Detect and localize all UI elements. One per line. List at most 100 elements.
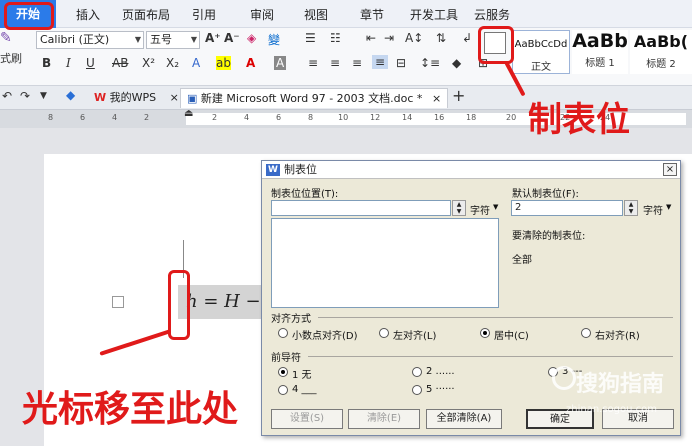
italic-icon[interactable]: I [66, 56, 71, 70]
leader-underline-label[interactable]: 4 ___ [292, 384, 317, 395]
font-name-value: Calibri (正文) [40, 33, 110, 46]
dialog-title-bar[interactable]: W 制表位 × [262, 161, 680, 179]
menu-tab-view[interactable]: 视图 [304, 6, 328, 23]
redo-icon[interactable]: ↷ [20, 89, 30, 103]
leader-dots-radio[interactable] [412, 367, 422, 377]
line-spacing-icon[interactable]: ↕≡ [420, 56, 440, 70]
default-tab-spinner[interactable]: ▲ ▼ [624, 200, 638, 216]
menu-tab-references[interactable]: 引用 [192, 6, 216, 23]
align-left-label[interactable]: 左对齐(L) [393, 327, 436, 342]
leader-separator [308, 356, 673, 357]
shrink-font-icon[interactable]: A⁻ [224, 31, 240, 45]
sogou-logo-icon [552, 366, 576, 390]
format-painter-icon[interactable]: ✎ [0, 30, 12, 46]
sort-icon[interactable]: ⇅ [436, 31, 446, 45]
phonetic-icon[interactable]: 變 [268, 31, 280, 48]
align-center-icon[interactable]: ≡ [330, 56, 340, 70]
text-direction-icon[interactable]: A↕ [405, 31, 423, 45]
default-tab-input[interactable]: 2 [511, 200, 623, 216]
clear-button[interactable]: 清除(E) [348, 409, 420, 429]
style-heading-2[interactable]: AaBb( 标题 2 [630, 30, 692, 74]
paste-options-icon[interactable] [112, 296, 124, 308]
menu-tab-review[interactable]: 审阅 [250, 6, 274, 23]
shading-icon[interactable]: ◆ [452, 56, 461, 70]
cube-icon[interactable]: ◆ [66, 88, 75, 102]
underline-icon[interactable]: U [86, 56, 95, 70]
default-tab-unit[interactable]: 字符 [643, 202, 663, 217]
indent-icon[interactable]: ⇥ [384, 31, 394, 45]
subscript-icon[interactable]: X₂ [166, 56, 179, 70]
close-button[interactable]: × [663, 163, 677, 176]
tab-position-spinner[interactable]: ▲ ▼ [452, 200, 466, 216]
leader-middot-label[interactable]: 5 ······ [426, 384, 455, 395]
align-center-radio[interactable] [480, 328, 490, 338]
align-left-icon[interactable]: ≡ [308, 56, 318, 70]
align-decimal-label[interactable]: 小数点对齐(D) [292, 327, 358, 342]
dialog-title: 制表位 [284, 163, 317, 176]
ruler-number: 10 [338, 113, 349, 122]
menu-tab-section[interactable]: 章节 [360, 6, 384, 23]
outdent-icon[interactable]: ⇤ [366, 31, 376, 45]
style-heading-1[interactable]: AaBb 标题 1 [572, 30, 628, 74]
tab-position-input[interactable] [271, 200, 451, 216]
clear-format-icon[interactable]: ◈ [247, 31, 256, 45]
close-icon[interactable]: × [432, 92, 441, 105]
menu-tab-page-layout[interactable]: 页面布局 [122, 6, 170, 23]
leader-middot-radio[interactable] [412, 385, 422, 395]
tab-positions-list[interactable] [271, 218, 499, 308]
chevron-down-icon: ▼ [190, 35, 197, 44]
number-list-icon[interactable]: ☷ [330, 31, 341, 45]
align-left-radio[interactable] [379, 328, 389, 338]
tabs-to-clear-label: 要清除的制表位: [512, 231, 586, 242]
leader-none-label[interactable]: 1 无 [292, 366, 312, 381]
menu-tab-insert[interactable]: 插入 [76, 6, 100, 23]
align-right-label[interactable]: 右对齐(R) [595, 327, 640, 342]
clear-all-button[interactable]: 全部清除(A) [426, 409, 502, 429]
justify-icon[interactable]: ≡ [372, 55, 389, 69]
style-normal-label: 正文 [531, 62, 551, 73]
char-shading-icon[interactable]: A [274, 56, 287, 70]
cursor-position-highlight [168, 270, 190, 340]
quick-access-dropdown-icon[interactable]: ▼ [40, 91, 47, 101]
ruler-number: 4 [244, 113, 250, 122]
leader-none-radio[interactable] [278, 367, 288, 377]
ruler-number: 2 [144, 113, 150, 122]
font-size-combo[interactable]: 五号 ▼ [146, 31, 200, 49]
alignment-group-label: 对齐方式 [271, 314, 311, 325]
distribute-icon[interactable]: ⊟ [396, 56, 406, 70]
show-marks-icon[interactable]: ↲ [462, 31, 472, 45]
align-center-label[interactable]: 居中(C) [494, 327, 529, 342]
formula-text[interactable]: h = H − [178, 285, 268, 319]
chevron-down-icon: ▼ [493, 203, 499, 211]
font-color-icon[interactable]: A [246, 56, 255, 70]
grow-font-icon[interactable]: A⁺ [205, 31, 221, 45]
tab-position-unit[interactable]: 字符 [470, 202, 490, 217]
bullet-list-icon[interactable]: ☰ [305, 31, 316, 45]
style-normal[interactable]: AaBbCcDd 正文 [512, 30, 570, 74]
tab-position-label: 制表位位置(T): [271, 189, 339, 200]
font-name-combo[interactable]: Calibri (正文) ▼ [36, 31, 144, 49]
text-effect-icon[interactable]: A [192, 56, 200, 70]
tab-my-wps[interactable]: W 我的WPS × [88, 88, 185, 108]
highlight-icon[interactable]: ab [216, 56, 231, 70]
chevron-down-icon: ▼ [134, 35, 141, 44]
menu-tab-cloud[interactable]: 云服务 [474, 6, 510, 23]
align-right-radio[interactable] [581, 328, 591, 338]
close-icon[interactable]: × [170, 91, 179, 104]
watermark-text: 搜狗指南 [576, 372, 665, 397]
ruler-number: 12 [370, 113, 381, 122]
leader-dots-label[interactable]: 2 ...... [426, 366, 455, 377]
tabs-to-clear-value: 全部 [512, 255, 532, 266]
align-decimal-radio[interactable] [278, 328, 288, 338]
bold-icon[interactable]: B [42, 56, 51, 70]
menu-tab-developer[interactable]: 开发工具 [410, 6, 458, 23]
undo-icon[interactable]: ↶ [2, 89, 12, 103]
set-button[interactable]: 设置(S) [271, 409, 343, 429]
tab-document[interactable]: ▣ 新建 Microsoft Word 97 - 2003 文档.doc * × [180, 88, 449, 108]
indent-marker-icon[interactable]: ⏏ [184, 108, 193, 119]
new-tab-button[interactable]: + [452, 86, 465, 105]
align-right-icon[interactable]: ≡ [352, 56, 362, 70]
superscript-icon[interactable]: X² [142, 56, 155, 70]
strikethrough-icon[interactable]: AB [112, 56, 128, 70]
leader-underline-radio[interactable] [278, 385, 288, 395]
